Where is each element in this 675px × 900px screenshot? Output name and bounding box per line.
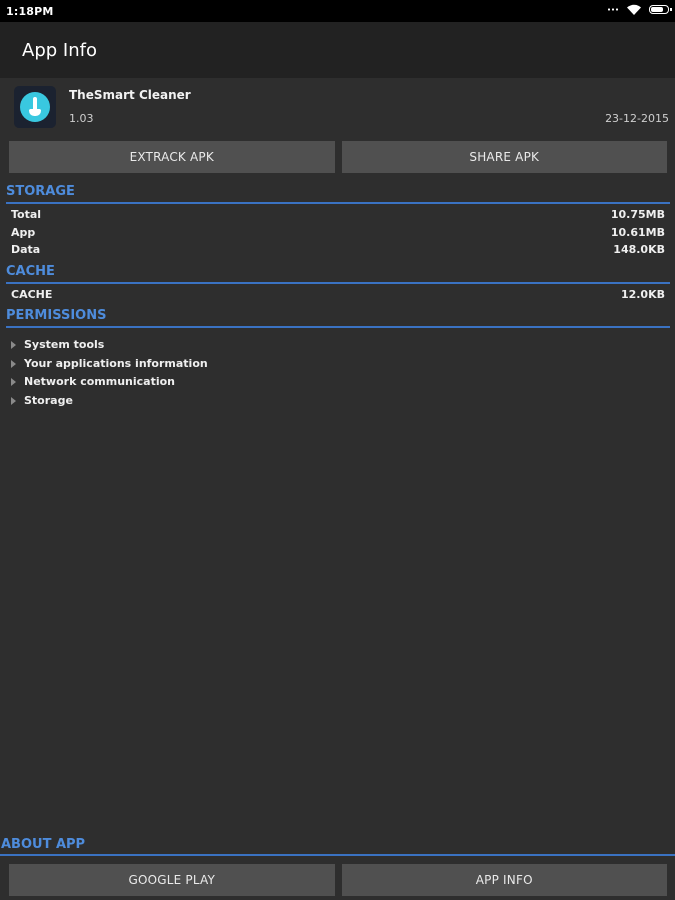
app-info-button[interactable]: APP INFO (341, 864, 667, 896)
storage-section-title: STORAGE (6, 184, 75, 199)
expand-arrow-icon (11, 359, 16, 368)
app-date: 23-12-2015 (605, 112, 669, 125)
cache-row: CACHE 12.0KB (11, 288, 665, 301)
app-version: 1.03 (69, 112, 94, 125)
storage-row-data: Data 148.0KB (11, 243, 665, 256)
permissions-divider (6, 326, 670, 328)
google-play-button[interactable]: GOOGLE PLAY (9, 864, 335, 896)
battery-icon (649, 5, 672, 14)
expand-arrow-icon (11, 377, 16, 386)
bottom-actions: GOOGLE PLAY APP INFO (9, 864, 667, 896)
status-icons (607, 4, 672, 15)
action-bar: App Info (0, 22, 675, 78)
storage-row-label: Data (11, 243, 41, 256)
app-icon (14, 86, 56, 128)
storage-row-label: App (11, 226, 36, 239)
storage-row-app: App 10.61MB (11, 226, 665, 239)
permission-item[interactable]: Your applications information (11, 357, 208, 370)
cache-section-title: CACHE (6, 264, 55, 279)
app-header: TheSmart Cleaner 1.03 23-12-2015 (0, 78, 675, 140)
status-bar: 1:18PM (0, 0, 675, 22)
extract-apk-button[interactable]: EXTRACK APK (9, 141, 335, 173)
app-name: TheSmart Cleaner (69, 88, 191, 102)
storage-divider (6, 202, 670, 204)
broom-icon (20, 92, 50, 122)
page-title: App Info (22, 40, 97, 61)
permission-label: Storage (24, 394, 73, 407)
top-actions: EXTRACK APK SHARE APK (9, 141, 667, 173)
signal-dots-icon (607, 8, 619, 11)
permissions-section-title: PERMISSIONS (6, 308, 107, 323)
permission-item[interactable]: Network communication (11, 375, 175, 388)
expand-arrow-icon (11, 340, 16, 349)
storage-row-value: 10.61MB (610, 226, 665, 239)
status-time: 1:18PM (6, 5, 54, 18)
storage-row-total: Total 10.75MB (11, 208, 665, 221)
storage-row-value: 148.0KB (613, 243, 665, 256)
permission-item[interactable]: Storage (11, 394, 73, 407)
cache-row-label: CACHE (11, 288, 53, 301)
share-apk-button[interactable]: SHARE APK (341, 141, 667, 173)
storage-row-value: 10.75MB (610, 208, 665, 221)
wifi-icon (627, 4, 641, 15)
expand-arrow-icon (11, 396, 16, 405)
cache-row-value: 12.0KB (620, 288, 665, 301)
permission-label: Network communication (24, 375, 176, 388)
permission-item[interactable]: System tools (11, 338, 104, 351)
about-divider (0, 854, 675, 856)
storage-row-label: Total (11, 208, 42, 221)
about-section-title: ABOUT APP (1, 837, 86, 852)
permission-label: System tools (24, 338, 105, 351)
cache-divider (6, 282, 670, 284)
permission-label: Your applications information (24, 357, 208, 370)
